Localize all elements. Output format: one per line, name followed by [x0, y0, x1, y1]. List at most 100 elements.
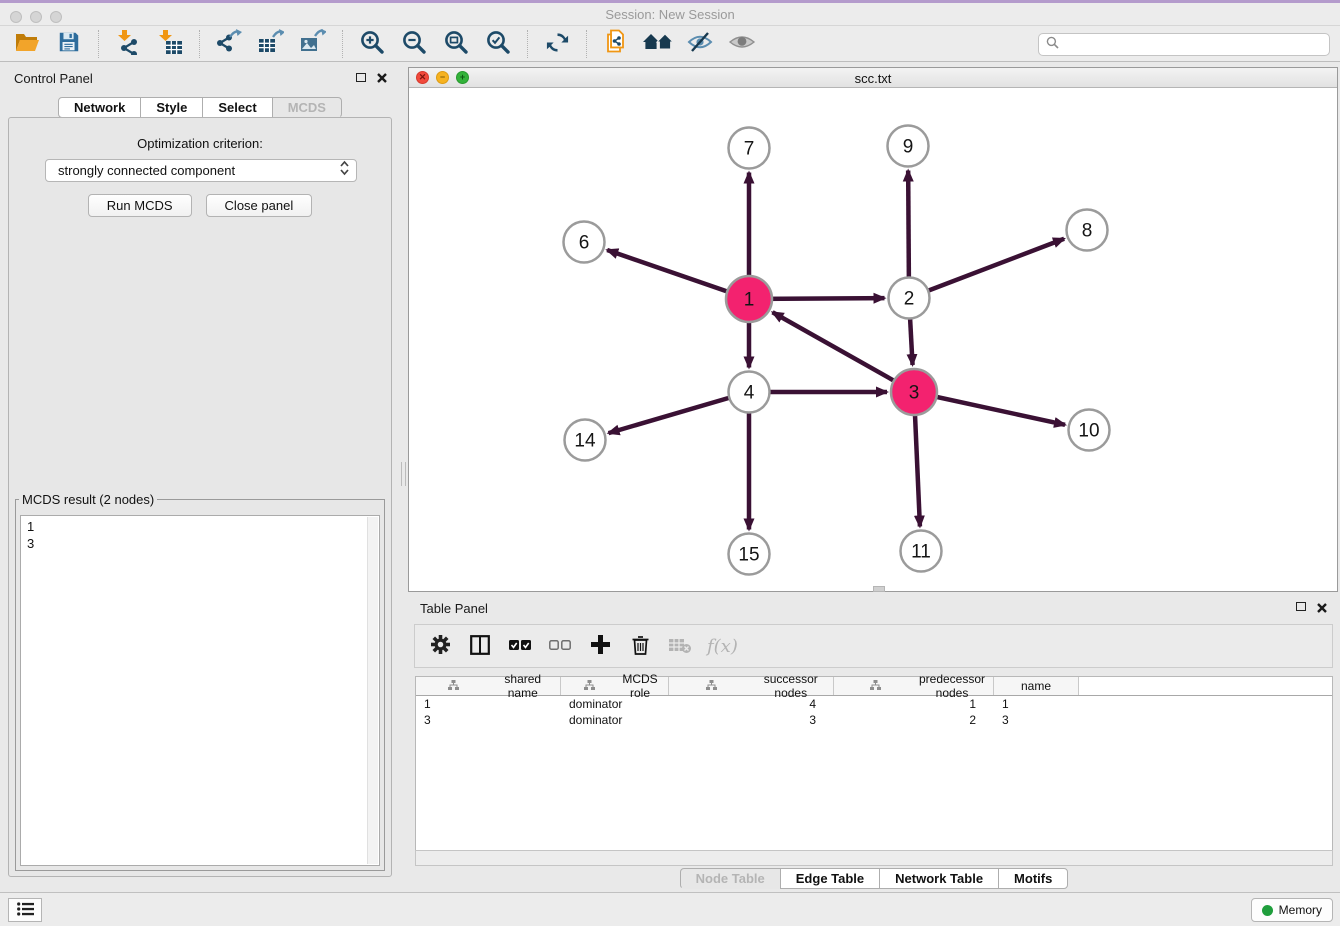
- column-header-shared-name[interactable]: shared name: [416, 677, 561, 695]
- table-cell: 4: [669, 696, 834, 712]
- table-tab-motifs[interactable]: Motifs: [998, 868, 1068, 889]
- close-panel-button[interactable]: Close panel: [206, 194, 313, 217]
- splitter-grip[interactable]: [401, 462, 406, 486]
- network-resize-grip[interactable]: [873, 586, 885, 592]
- hide-selected-button[interactable]: [683, 28, 717, 60]
- minimize-window-button[interactable]: [30, 11, 42, 23]
- save-session-button[interactable]: [52, 28, 86, 60]
- delete-table-button[interactable]: [667, 631, 693, 661]
- search-icon: [1046, 36, 1059, 54]
- search-input[interactable]: [1064, 37, 1329, 52]
- table-cell: 3: [416, 712, 561, 728]
- tab-select[interactable]: Select: [202, 97, 272, 118]
- panel-splitter[interactable]: [400, 62, 408, 892]
- show-columns-button[interactable]: [467, 631, 493, 661]
- table-settings-button[interactable]: [427, 631, 453, 661]
- zoom-out-icon: [401, 29, 427, 58]
- memory-button[interactable]: Memory: [1251, 898, 1333, 922]
- plus-icon: [591, 635, 610, 657]
- apply-layout-button[interactable]: [540, 28, 574, 60]
- criterion-select[interactable]: strongly connected component: [45, 159, 357, 182]
- close-panel-icon[interactable]: [376, 71, 388, 83]
- table-tab-network-table[interactable]: Network Table: [879, 868, 999, 889]
- graph-node-14[interactable]: 14: [565, 420, 606, 461]
- table-panel-title: Table Panel: [420, 601, 488, 616]
- network-window: ✕ − + scc.txt 7968124314101511: [408, 67, 1338, 592]
- create-column-button[interactable]: [587, 631, 613, 661]
- table-cell: 3: [994, 712, 1079, 728]
- graph-node-9[interactable]: 9: [888, 126, 929, 167]
- new-network-from-selection-button[interactable]: [599, 28, 633, 60]
- table-cell: 1: [994, 696, 1079, 712]
- search-box[interactable]: [1038, 33, 1330, 56]
- network-graph[interactable]: 7 9 6 8 1 2 4 3 14 10 15 11: [409, 88, 1337, 591]
- graph-node-15[interactable]: 15: [729, 534, 770, 575]
- task-history-button[interactable]: [8, 898, 42, 922]
- graph-edge-2-8[interactable]: [909, 239, 1064, 298]
- export-image-icon: [300, 29, 326, 58]
- table-tab-edge-table[interactable]: Edge Table: [780, 868, 880, 889]
- svg-text:4: 4: [744, 383, 755, 404]
- import-table-button[interactable]: [153, 28, 187, 60]
- show-all-button[interactable]: [725, 28, 759, 60]
- zoom-in-button[interactable]: [355, 28, 389, 60]
- close-window-button[interactable]: [10, 11, 22, 23]
- memory-status-dot: [1262, 905, 1273, 916]
- export-image-button[interactable]: [296, 28, 330, 60]
- graph-node-8[interactable]: 8: [1067, 210, 1108, 251]
- delete-table-icon: [669, 637, 691, 656]
- tab-network[interactable]: Network: [58, 97, 141, 118]
- svg-text:15: 15: [738, 545, 759, 566]
- graph-node-7[interactable]: 7: [729, 128, 770, 169]
- table-tab-node-table[interactable]: Node Table: [680, 868, 781, 889]
- export-network-icon: [216, 29, 242, 58]
- graph-node-3[interactable]: 3: [891, 369, 937, 415]
- float-panel-icon[interactable]: [356, 73, 366, 82]
- export-network-button[interactable]: [212, 28, 246, 60]
- open-folder-icon: [14, 30, 40, 57]
- table-horizontal-scrollbar[interactable]: [415, 850, 1333, 866]
- export-table-button[interactable]: [254, 28, 288, 60]
- zoom-selected-button[interactable]: [481, 28, 515, 60]
- graph-node-10[interactable]: 10: [1069, 410, 1110, 451]
- tab-mcds[interactable]: MCDS: [272, 97, 342, 118]
- home-button[interactable]: [641, 28, 675, 60]
- delete-column-button[interactable]: [627, 631, 653, 661]
- svg-text:1: 1: [744, 290, 755, 311]
- graph-edge-4-14[interactable]: [609, 392, 749, 433]
- float-table-panel-icon[interactable]: [1296, 602, 1306, 611]
- graph-node-4[interactable]: 4: [729, 372, 770, 413]
- table-row[interactable]: 3dominator323: [416, 712, 1332, 728]
- list-icon: [17, 902, 34, 919]
- result-scrollbar[interactable]: [367, 517, 378, 864]
- graph-node-2[interactable]: 2: [889, 278, 930, 319]
- column-header-MCDS-role[interactable]: MCDS role: [561, 677, 669, 695]
- column-header-successor-nodes[interactable]: successor nodes: [669, 677, 834, 695]
- graph-node-1[interactable]: 1: [726, 276, 772, 322]
- zoom-fit-icon: [443, 29, 469, 58]
- zoom-fit-button[interactable]: [439, 28, 473, 60]
- column-header-predecessor-nodes[interactable]: predecessor nodes: [834, 677, 994, 695]
- run-mcds-button[interactable]: Run MCDS: [88, 194, 192, 217]
- window-controls[interactable]: [10, 11, 62, 23]
- svg-text:6: 6: [579, 233, 590, 254]
- table-tabs: Node TableEdge TableNetwork TableMotifs: [408, 868, 1340, 889]
- tab-style[interactable]: Style: [140, 97, 203, 118]
- columns-icon: [470, 635, 490, 658]
- function-builder-icon[interactable]: f(x): [707, 636, 738, 657]
- zoom-out-button[interactable]: [397, 28, 431, 60]
- unselect-all-columns-button[interactable]: [547, 631, 573, 661]
- import-network-button[interactable]: [111, 28, 145, 60]
- export-table-icon: [258, 29, 284, 58]
- graph-node-6[interactable]: 6: [564, 222, 605, 263]
- graph-node-11[interactable]: 11: [901, 531, 942, 572]
- zoom-window-button[interactable]: [50, 11, 62, 23]
- toolbar-separator: [342, 30, 343, 58]
- select-all-columns-button[interactable]: [507, 631, 533, 661]
- table-row[interactable]: 1dominator411: [416, 696, 1332, 712]
- column-header-name[interactable]: name: [994, 677, 1079, 695]
- stepper-arrows-icon: [339, 160, 350, 181]
- close-table-panel-icon[interactable]: [1316, 601, 1328, 613]
- open-session-button[interactable]: [10, 28, 44, 60]
- graph-edge-3-1[interactable]: [773, 312, 914, 392]
